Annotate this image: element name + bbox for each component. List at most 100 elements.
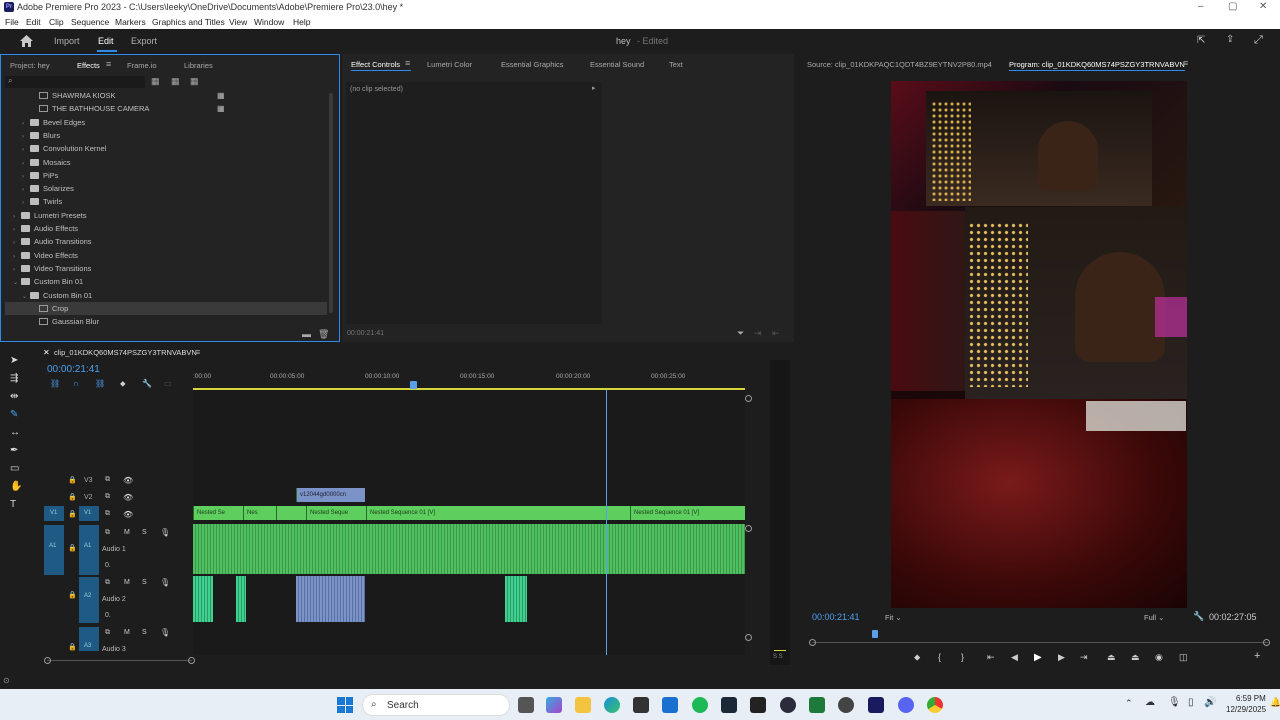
tab-program[interactable]: Program: clip_01KDKQ60MS74PSZGY3TRNVABVN (1009, 60, 1185, 69)
sync-lock-icon[interactable]: ⧉ (105, 476, 110, 484)
tab-lumetri-color[interactable]: Lumetri Color (427, 60, 472, 69)
program-current-timecode[interactable]: 00:00:21:41 (812, 612, 860, 622)
clock-date[interactable]: 12/29/2025 (1226, 705, 1266, 714)
step-forward-icon[interactable]: ▶ (1058, 652, 1065, 663)
effects-scrollbar[interactable] (329, 93, 333, 313)
horizontal-scrollbar[interactable] (47, 660, 192, 661)
tab-import[interactable]: Import (54, 36, 80, 46)
spreadsheet-icon[interactable] (809, 697, 825, 713)
tab-effects[interactable]: Effects (77, 61, 100, 70)
sequence-tab[interactable]: clip_01KDKQ60MS74PSZGY3TRNVABVN (54, 348, 197, 357)
mute-button[interactable]: M (124, 579, 130, 586)
taskbar-search-box[interactable]: ⌕ Search (362, 694, 510, 716)
yuv-effects-icon[interactable]: ▦ (190, 76, 199, 87)
spotify-icon[interactable] (692, 697, 708, 713)
maximize-icon[interactable]: ▢ (1228, 1, 1237, 12)
selection-tool-icon[interactable]: ➤ (10, 355, 18, 366)
menu-help[interactable]: Help (293, 17, 310, 27)
pen-tool-icon[interactable]: ✒ (10, 445, 18, 456)
rectangle-tool-icon[interactable]: ▭ (10, 463, 19, 474)
onedrive-icon[interactable]: ☁ (1145, 697, 1155, 708)
fullscreen-icon[interactable]: ⤢ (1254, 34, 1263, 47)
track-a2-volume[interactable]: 0. (105, 612, 111, 619)
new-bin-icon[interactable]: ▬ (302, 329, 311, 339)
close-icon[interactable]: ✕ (1259, 1, 1267, 12)
chevron-up-icon[interactable]: ⌃ (1125, 698, 1133, 709)
scroll-handle-right[interactable] (188, 657, 195, 664)
mute-button[interactable]: M (124, 529, 130, 536)
x-close-icon[interactable]: ✕ (43, 348, 50, 357)
tab-edit[interactable]: Edit (98, 36, 114, 46)
lock-icon[interactable]: 🔒 (68, 591, 77, 599)
time-ruler[interactable]: :00:00 00:00:05:00 00:00:10:00 00:00:15:… (193, 371, 745, 389)
program-scrubber-track[interactable] (812, 642, 1268, 643)
effects-tree-item[interactable]: ⌄ Custom Bin 01 (5, 275, 327, 288)
playhead-handle[interactable] (410, 381, 417, 389)
extract-icon[interactable]: ⏏ (1131, 652, 1140, 663)
lock-icon[interactable]: 🔒 (68, 643, 77, 651)
task-view-icon[interactable] (518, 697, 534, 713)
solo-button[interactable]: S (142, 579, 147, 586)
scroll-handle-left[interactable] (44, 657, 51, 664)
effects-tree-item[interactable]: THE BATHHOUSE CAMERA ▦ (5, 102, 327, 115)
clip-a1[interactable] (193, 524, 745, 574)
volume-icon[interactable]: 🔊 (1204, 697, 1216, 708)
mic-tray-icon[interactable]: 🎙 (1168, 697, 1181, 708)
effects-tree-item[interactable]: › Mosaics (5, 156, 327, 169)
panel-menu-icon[interactable]: ≡ (405, 58, 410, 68)
tab-frameio[interactable]: Frame.io (127, 61, 157, 70)
mark-out-icon[interactable]: } (961, 652, 964, 662)
app-icon[interactable] (780, 697, 796, 713)
solo-button[interactable]: S (142, 629, 147, 636)
scrubber-start-handle[interactable] (809, 639, 816, 646)
clip-a2[interactable] (505, 576, 527, 622)
sync-lock-icon[interactable]: ⧉ (105, 493, 110, 501)
comparison-view-icon[interactable]: ◫ (1179, 652, 1188, 663)
effects-tree-item[interactable]: › Solarizes (5, 182, 327, 195)
effects-tree-item[interactable]: › PiPs (5, 169, 327, 182)
sync-lock-icon[interactable]: ⧉ (105, 510, 110, 518)
effects-search-input[interactable]: ⌕ (5, 76, 145, 88)
vertical-zoom-handle[interactable] (745, 634, 752, 641)
lift-icon[interactable]: ⏏ (1107, 652, 1116, 663)
edge-icon[interactable] (604, 697, 620, 713)
export-frame-icon[interactable]: ◉ (1155, 652, 1163, 663)
captions-icon[interactable]: ▭ (164, 379, 172, 388)
timeline-zoom-handle[interactable] (745, 395, 752, 402)
effects-tree-item[interactable]: › Video Transitions (5, 262, 327, 275)
effects-tree-item[interactable]: › Audio Effects (5, 222, 327, 235)
menu-edit[interactable]: Edit (26, 17, 41, 27)
copilot-icon[interactable] (546, 697, 562, 713)
workspaces-icon[interactable]: ⇱ (1197, 35, 1205, 46)
clip-v1[interactable]: Nes (243, 506, 276, 520)
microphone-icon[interactable]: 🎙 (160, 578, 170, 587)
effects-tree-item[interactable]: › Convolution Kernel (5, 142, 327, 155)
effects-tree-item[interactable]: › Audio Transitions (5, 235, 327, 248)
vertical-zoom-handle[interactable] (745, 525, 752, 532)
tab-effect-controls[interactable]: Effect Controls (351, 60, 400, 69)
track-a3-header[interactable]: A3 (79, 627, 99, 651)
tab-libraries[interactable]: Libraries (184, 61, 213, 70)
add-marker-icon[interactable]: ⬥ (914, 652, 920, 663)
effects-tree-item[interactable]: SHAWRMA KIOSK ▦ (5, 89, 327, 102)
clip-a2[interactable] (236, 576, 246, 622)
notification-icon[interactable]: 🔔 (1270, 697, 1280, 708)
menu-graphics-titles[interactable]: Graphics and Titles (152, 17, 225, 27)
scrubber-end-handle[interactable] (1263, 639, 1270, 646)
accelerated-effects-icon[interactable]: ▦ (151, 76, 160, 87)
clip-a2[interactable] (193, 576, 213, 622)
source-patch-v1[interactable]: V1 (44, 506, 64, 521)
expand-arrow-icon[interactable]: ▸ (592, 84, 596, 92)
nest-toggle-icon[interactable]: ⛓ (50, 379, 60, 388)
export-icon[interactable]: ⇥ (754, 328, 762, 339)
menu-file[interactable]: File (5, 17, 19, 27)
menu-window[interactable]: Window (254, 17, 284, 27)
effects-tree-item[interactable]: › Blurs (5, 129, 327, 142)
lock-icon[interactable]: 🔒 (68, 493, 77, 501)
trash-icon[interactable]: 🗑 (318, 329, 329, 340)
program-video-frame[interactable] (891, 81, 1187, 608)
tab-project[interactable]: Project: hey (10, 61, 50, 70)
effects-tree-item[interactable]: › Video Effects (5, 249, 327, 262)
track-a1-volume[interactable]: 0. (105, 562, 111, 569)
windows-start-icon[interactable] (337, 697, 353, 713)
